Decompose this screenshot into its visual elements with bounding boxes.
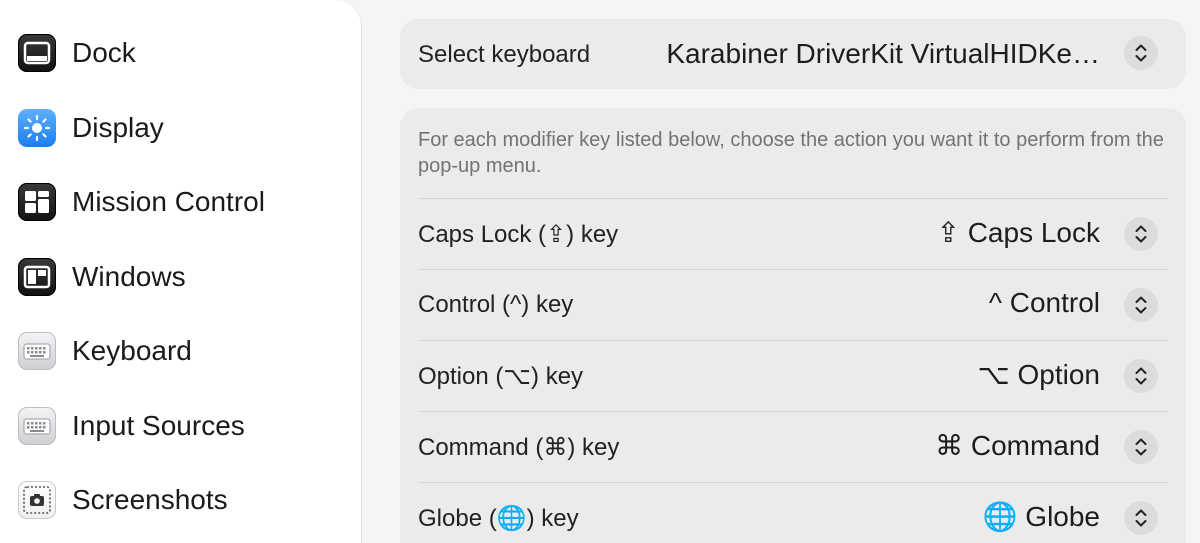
sidebar-item-label: Dock (72, 37, 136, 68)
chevron-up-down-icon (1135, 367, 1147, 385)
sidebar-item-mission-control[interactable]: Mission Control (18, 178, 348, 226)
sidebar-item-display[interactable]: Display (18, 104, 348, 152)
modifier-row-control: Control (^) key ^ Control (400, 270, 1186, 341)
chevron-up-down-icon (1135, 509, 1147, 527)
dock-icon (18, 34, 56, 72)
modifier-row-caps-lock: Caps Lock (⇪) key ⇪ Caps Lock (400, 199, 1186, 270)
option-stepper[interactable] (1124, 359, 1158, 393)
globe-stepper[interactable] (1124, 501, 1158, 535)
globe-action-value[interactable]: 🌐 Globe (983, 500, 1100, 533)
control-key-label: Control (^) key (418, 291, 574, 318)
sidebar-item-screenshots[interactable]: Screenshots (18, 476, 348, 524)
keyboard-icon (18, 332, 56, 370)
sidebar-item-input-sources[interactable]: Input Sources (18, 402, 348, 450)
sidebar-item-label: Windows (72, 261, 186, 292)
display-icon (18, 109, 56, 147)
sidebar-item-label: Screenshots (72, 484, 228, 515)
modifier-keys-description: For each modifier key listed below, choo… (418, 129, 1164, 177)
sidebar-item-label: Keyboard (72, 335, 192, 366)
chevron-up-down-icon (1135, 44, 1147, 62)
modifier-keys-panel: For each modifier key listed below, choo… (400, 108, 1186, 543)
sidebar-item-windows[interactable]: Windows (18, 253, 348, 301)
globe-key-label: Globe (🌐) key (418, 505, 579, 532)
chevron-up-down-icon (1135, 225, 1147, 243)
control-stepper[interactable] (1124, 288, 1158, 322)
mission-control-icon (18, 183, 56, 221)
input-sources-icon (18, 407, 56, 445)
command-key-label: Command (⌘) key (418, 434, 620, 461)
select-keyboard-value[interactable]: Karabiner DriverKit VirtualHIDKe… (666, 38, 1100, 70)
sidebar-item-label: Mission Control (72, 186, 265, 217)
caps-lock-key-label: Caps Lock (⇪) key (418, 221, 619, 248)
select-keyboard-stepper[interactable] (1124, 36, 1158, 70)
command-stepper[interactable] (1124, 430, 1158, 464)
sidebar-item-dock[interactable]: Dock (18, 29, 348, 77)
screenshots-icon (18, 481, 56, 519)
modifier-row-globe: Globe (🌐) key 🌐 Globe (400, 483, 1186, 543)
option-key-label: Option (⌥) key (418, 363, 584, 390)
modifier-row-option: Option (⌥) key ⌥ Option (400, 341, 1186, 412)
sidebar-item-label: Input Sources (72, 410, 245, 441)
command-action-value[interactable]: ⌘ Command (935, 429, 1100, 462)
windows-icon (18, 258, 56, 296)
sidebar-item-label: Display (72, 112, 164, 143)
modifier-row-command: Command (⌘) key ⌘ Command (400, 412, 1186, 483)
chevron-up-down-icon (1135, 438, 1147, 456)
select-keyboard-label: Select keyboard (418, 41, 591, 68)
select-keyboard-row: Select keyboard Karabiner DriverKit Virt… (400, 19, 1186, 89)
chevron-up-down-icon (1135, 296, 1147, 314)
caps-lock-stepper[interactable] (1124, 217, 1158, 251)
option-action-value[interactable]: ⌥ Option (977, 358, 1100, 391)
sidebar-item-keyboard[interactable]: Keyboard (18, 327, 348, 375)
control-action-value[interactable]: ^ Control (989, 287, 1100, 319)
caps-lock-action-value[interactable]: ⇪ Caps Lock (936, 216, 1100, 249)
sidebar: Dock Display Mission Control Windows Key… (0, 0, 362, 543)
